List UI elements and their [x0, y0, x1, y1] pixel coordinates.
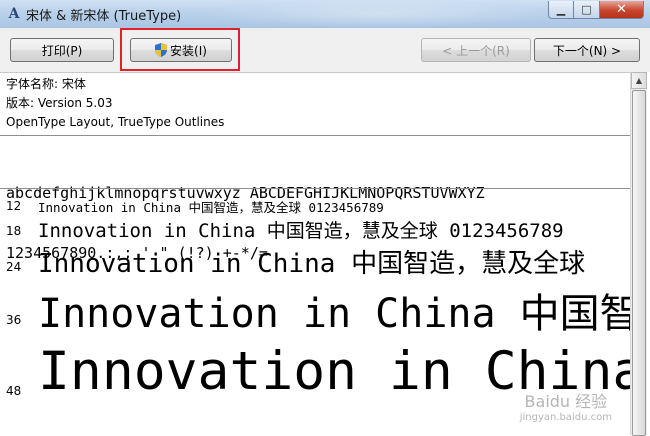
chevron-up-icon: ▲: [635, 76, 643, 85]
next-button-label: 下一个(N) >: [552, 43, 622, 58]
sample-size-label: 24: [6, 260, 22, 274]
scroll-thumb[interactable]: [632, 90, 646, 436]
sample-size-label: 18: [6, 224, 22, 238]
install-button-label: 安装(I): [170, 43, 207, 58]
uac-shield-icon: [155, 43, 168, 57]
title-bar: A 宋体 & 新宋体 (TrueType) ▁ □ ✕: [0, 0, 650, 29]
watermark-sub: jingyan.baidu.com: [519, 412, 612, 423]
sample-text: Innovation in China 中国智造，慧及全球 0123456789: [38, 220, 564, 242]
previous-button-label: < 上一个(R): [442, 43, 510, 58]
font-preview: 字体名称: 宋体 版本: Version 5.03 OpenType Layou…: [0, 72, 630, 436]
vertical-scrollbar[interactable]: ▲: [630, 72, 647, 436]
close-icon: ✕: [616, 2, 627, 17]
sample-size-label: 36: [6, 313, 22, 327]
sample-text: Innovation in China 中国智造，慧及全球: [38, 249, 586, 279]
watermark-main: Baidu 经验: [524, 392, 608, 411]
sample-text: Innovation in China 中国智: [38, 291, 630, 337]
font-viewer-icon: A: [8, 6, 20, 22]
watermark: Baidu 经验 jingyan.baidu.com: [520, 394, 612, 426]
maximize-button[interactable]: □: [574, 1, 600, 19]
font-version: 版本: Version 5.03: [6, 96, 113, 110]
window-title: 宋体 & 新宋体 (TrueType): [26, 9, 182, 24]
font-type: OpenType Layout, TrueType Outlines: [6, 115, 225, 129]
close-button[interactable]: ✕: [600, 1, 644, 19]
next-button[interactable]: 下一个(N) >: [534, 38, 640, 62]
font-name: 字体名称: 宋体: [6, 77, 86, 91]
maximize-icon: □: [581, 3, 592, 16]
install-button[interactable]: 安装(I): [130, 38, 232, 62]
minimize-icon: ▁: [556, 3, 566, 16]
divider: [0, 188, 630, 189]
window-controls: ▁ □ ✕: [548, 1, 644, 20]
minimize-button[interactable]: ▁: [548, 1, 574, 19]
divider: [0, 135, 630, 136]
toolbar: 打印(P) 安装(I) < 上一个(R) 下一个(N) >: [0, 28, 650, 72]
sample-size-label: 12: [6, 199, 22, 213]
print-button-label: 打印(P): [41, 43, 83, 58]
sample-size-label: 48: [6, 384, 22, 398]
print-button[interactable]: 打印(P): [10, 38, 114, 62]
sample-text: Innovation in China 中国智造，慧及全球 0123456789: [38, 200, 384, 215]
font-info: 字体名称: 宋体 版本: Version 5.03 OpenType Layou…: [6, 75, 224, 132]
scroll-up-button[interactable]: ▲: [631, 72, 647, 89]
previous-button[interactable]: < 上一个(R): [421, 38, 531, 62]
